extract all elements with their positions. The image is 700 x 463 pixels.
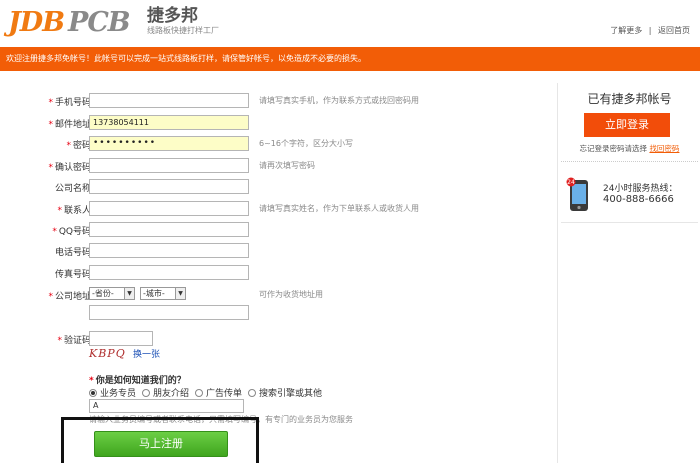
source-question: * 你是如何知道我们的？ bbox=[89, 376, 186, 386]
fax-label: 传真号码 bbox=[54, 270, 91, 280]
source-option-friend[interactable]: 朋友介绍 bbox=[142, 386, 189, 399]
brand-text: 捷多邦 线路板快捷打样工厂 bbox=[147, 6, 237, 36]
fax-row: 传真号码 bbox=[5, 265, 555, 281]
password-row: * 密码 •••••••••• 6~16个字符，区分大小写 bbox=[5, 136, 555, 152]
confirm-password-row: * 确认密码 请再次填写密码 bbox=[5, 158, 555, 174]
phone-row: * 手机号码 请填写真实手机，作为联系方式或找回密码用 bbox=[5, 93, 555, 109]
salesperson-input[interactable]: A bbox=[89, 399, 244, 413]
phone-input[interactable] bbox=[89, 93, 249, 108]
hotline-number: 400-888-6666 bbox=[603, 194, 674, 205]
tel-input[interactable] bbox=[89, 243, 249, 258]
svg-text:24: 24 bbox=[567, 179, 575, 186]
contact-hint: 请填写真实姓名，作为下单联系人或收货人用 bbox=[259, 204, 419, 213]
hotline-label: 24小时服务热线： bbox=[603, 184, 678, 194]
phone-hint: 请填写真实手机，作为联系方式或找回密码用 bbox=[259, 96, 419, 105]
email-input[interactable]: 13738054111 bbox=[89, 115, 249, 130]
address-input[interactable] bbox=[89, 305, 249, 320]
company-label: 公司名称 bbox=[54, 184, 91, 194]
verify-label: * 验证码 bbox=[57, 336, 91, 346]
verify-input[interactable] bbox=[89, 331, 153, 346]
company-row: 公司名称 bbox=[5, 179, 555, 195]
confirm-password-hint: 请再次填写密码 bbox=[259, 161, 315, 170]
sidebar-divider bbox=[561, 161, 698, 162]
login-sidebar: 已有捷多邦帐号 立即登录 忘记登录密码请选择 找回密码 24 24小时服务热线：… bbox=[559, 83, 700, 463]
page-header: JDB PCB 捷多邦 线路板快捷打样工厂 了解更多 | 返回首页 bbox=[0, 0, 700, 47]
learn-more-link[interactable]: 了解更多 bbox=[610, 26, 642, 35]
chevron-down-icon: ▼ bbox=[124, 288, 134, 299]
captcha-image[interactable]: KBPQ bbox=[89, 347, 126, 360]
qq-input[interactable] bbox=[89, 222, 249, 237]
existing-account-title: 已有捷多邦帐号 bbox=[587, 92, 672, 106]
contact-row: * 联系人 请填写真实姓名，作为下单联系人或收货人用 bbox=[5, 201, 555, 217]
province-select[interactable]: -省份- ▼ bbox=[89, 287, 135, 300]
password-label: * 密码 bbox=[66, 141, 91, 151]
forgot-password-text: 忘记登录密码请选择 找回密码 bbox=[579, 144, 680, 153]
company-input[interactable] bbox=[89, 179, 249, 194]
top-links: 了解更多 | 返回首页 bbox=[608, 25, 692, 36]
city-select[interactable]: -城市- ▼ bbox=[140, 287, 186, 300]
contact-input[interactable] bbox=[89, 201, 249, 216]
radio-icon[interactable] bbox=[195, 388, 204, 397]
confirm-password-input[interactable] bbox=[89, 158, 249, 173]
contact-label: * 联系人 bbox=[57, 206, 91, 216]
verify-row: * 验证码 KBPQ 换一张 bbox=[5, 331, 555, 363]
source-option-search[interactable]: 搜索引擎或其他 bbox=[248, 386, 322, 399]
qq-row: * QQ号码 bbox=[5, 222, 555, 238]
logo-mark: JDB PCB bbox=[8, 7, 131, 38]
submit-highlight-frame: 马上注册 bbox=[61, 417, 259, 463]
main-content: * 手机号码 请填写真实手机，作为联系方式或找回密码用 * 邮件地址 1373805… bbox=[0, 71, 700, 463]
address-hint: 可作为收货地址用 bbox=[259, 290, 323, 299]
brand-slogan: 线路板快捷打样工厂 bbox=[147, 26, 219, 35]
radio-icon[interactable] bbox=[248, 388, 257, 397]
home-link[interactable]: 返回首页 bbox=[658, 26, 690, 35]
email-label: * 邮件地址 bbox=[48, 120, 91, 130]
source-radio-group: 业务专员 朋友介绍 广告传单 搜索引擎或其他 bbox=[89, 386, 322, 399]
fax-input[interactable] bbox=[89, 265, 249, 280]
phone-icon: 24 bbox=[566, 177, 588, 211]
site-logo[interactable]: JDB PCB bbox=[8, 6, 131, 38]
password-hint: 6~16个字符，区分大小写 bbox=[259, 139, 353, 148]
source-option-flyer[interactable]: 广告传单 bbox=[195, 386, 242, 399]
recover-password-link[interactable]: 找回密码 bbox=[649, 144, 679, 153]
refresh-captcha-link[interactable]: 换一张 bbox=[133, 347, 160, 360]
qq-label: * QQ号码 bbox=[52, 227, 91, 237]
notice-bar: 欢迎注册捷多邦免帐号！此帐号可以完成一站式线路板打样，请保管好帐号，以免造成不必… bbox=[0, 47, 700, 71]
password-input[interactable]: •••••••••• bbox=[89, 136, 249, 151]
confirm-password-label: * 确认密码 bbox=[48, 163, 91, 173]
register-form: * 手机号码 请填写真实手机，作为联系方式或找回密码用 * 邮件地址 1373805… bbox=[5, 83, 558, 463]
login-button[interactable]: 立即登录 bbox=[584, 113, 670, 137]
source-option-sales[interactable]: 业务专员 bbox=[89, 386, 136, 399]
register-button[interactable]: 马上注册 bbox=[94, 431, 228, 457]
email-row: * 邮件地址 13738054111 bbox=[5, 115, 555, 131]
address-label: * 公司地址 bbox=[48, 292, 91, 302]
sidebar-divider-bottom bbox=[561, 222, 698, 223]
tel-label: 电话号码 bbox=[54, 248, 91, 258]
radio-selected-icon[interactable] bbox=[89, 388, 97, 397]
radio-icon[interactable] bbox=[142, 388, 151, 397]
brand-name: 捷多邦 bbox=[147, 6, 198, 26]
chevron-down-icon: ▼ bbox=[175, 288, 185, 299]
tel-row: 电话号码 bbox=[5, 243, 555, 259]
top-link-separator: | bbox=[648, 26, 652, 35]
address-row: * 公司地址 -省份- ▼ -城市- ▼ 可作为收货地址用 bbox=[5, 287, 555, 321]
phone-label: * 手机号码 bbox=[48, 98, 91, 108]
